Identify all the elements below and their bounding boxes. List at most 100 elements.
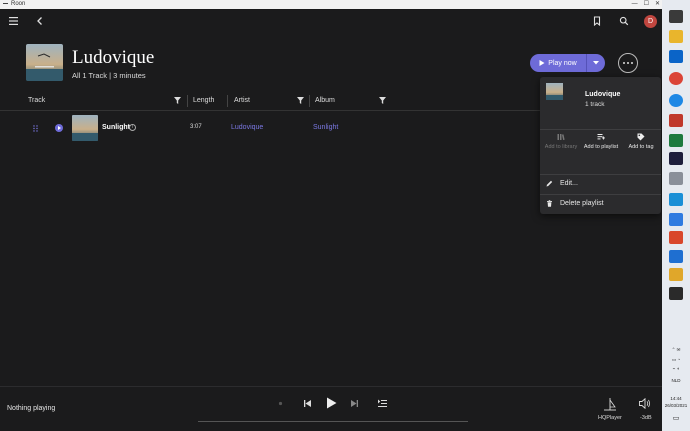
file-explorer-icon[interactable] xyxy=(669,30,683,43)
column-album[interactable]: Album xyxy=(315,97,335,104)
tray-icons[interactable]: ▭ ◔ xyxy=(662,357,690,363)
track-album-link[interactable]: Sunlight xyxy=(313,124,338,131)
bookmark-icon[interactable] xyxy=(592,16,604,28)
excel-icon[interactable] xyxy=(669,134,683,147)
network-app-icon[interactable] xyxy=(669,172,683,185)
playlist-title: Ludovique xyxy=(72,47,155,68)
pencil-icon xyxy=(546,180,553,187)
clock-time[interactable]: 14:44 xyxy=(662,396,690,401)
table-row[interactable]: Sunlight i 3:07 Ludovique Sunlight xyxy=(0,114,540,142)
window-titlebar: Roon — ☐ ✕ xyxy=(0,0,662,9)
caret-down-icon xyxy=(593,61,599,65)
delete-playlist-label: Delete playlist xyxy=(560,200,604,207)
menu-title: Ludovique xyxy=(585,91,621,98)
volume-level[interactable]: -3dB xyxy=(640,415,652,421)
add-to-tag-label: Add to tag xyxy=(628,144,654,150)
now-playing-status: Nothing playing xyxy=(7,405,56,412)
playlist-summary: All 1 Track | 3 minutes xyxy=(72,71,146,80)
track-cover-art[interactable] xyxy=(72,115,98,141)
column-track[interactable]: Track xyxy=(28,97,45,104)
app-icon[interactable] xyxy=(669,268,683,281)
play-icon xyxy=(539,60,545,66)
back-arrow-icon[interactable] xyxy=(35,16,47,28)
column-length[interactable]: Length xyxy=(193,97,214,104)
radio-icon[interactable] xyxy=(278,401,283,406)
app-icon[interactable] xyxy=(669,250,683,263)
volume-icon[interactable] xyxy=(639,398,651,409)
column-artist[interactable]: Artist xyxy=(234,97,250,104)
filter-track-icon[interactable] xyxy=(174,97,181,104)
taskview-icon[interactable] xyxy=(669,10,683,23)
column-divider[interactable] xyxy=(187,95,188,107)
add-to-playlist-action[interactable]: Add to playlist xyxy=(581,133,621,151)
edit-label: Edit... xyxy=(560,180,578,187)
dot-icon xyxy=(627,62,629,64)
play-now-button[interactable]: Play now xyxy=(530,54,605,72)
tag-icon xyxy=(637,133,645,141)
top-bar: D xyxy=(0,9,662,35)
windows-taskbar: ⌃ ✉ ▭ ◔ ⌁ ◖ NLD 14:44 26/03/2021 ▭ xyxy=(662,0,690,431)
library-icon xyxy=(557,133,565,141)
play-options-dropdown[interactable] xyxy=(587,54,605,72)
window-menu-icon xyxy=(3,2,8,4)
menu-cover-art xyxy=(546,83,563,100)
track-length: 3:07 xyxy=(190,124,202,130)
column-divider[interactable] xyxy=(227,95,228,107)
add-to-library-label: Add to library xyxy=(544,144,578,150)
photoshop-icon[interactable] xyxy=(669,152,683,165)
tray-icons[interactable]: ⌁ ◖ xyxy=(662,366,690,372)
clock-date[interactable]: 26/03/2021 xyxy=(662,403,690,408)
drag-handle-icon[interactable] xyxy=(33,125,38,132)
tray-icons[interactable]: ⌃ ✉ xyxy=(662,347,690,353)
input-language[interactable]: NLD xyxy=(662,378,690,383)
audio-zone-name[interactable]: HQPlayer xyxy=(598,415,622,421)
app-icon[interactable] xyxy=(669,213,683,226)
menu-divider xyxy=(540,194,661,195)
chrome-icon[interactable] xyxy=(669,72,683,85)
trash-icon xyxy=(547,200,552,207)
edit-menu-item[interactable]: Edit... xyxy=(546,180,578,187)
menu-subtitle: 1 track xyxy=(585,101,605,108)
seek-bar[interactable] xyxy=(198,421,468,422)
app-icon[interactable] xyxy=(669,114,683,127)
audio-zone-icon[interactable] xyxy=(603,397,617,413)
search-icon[interactable] xyxy=(619,16,631,28)
track-play-icon[interactable] xyxy=(55,124,63,132)
hamburger-menu-icon[interactable] xyxy=(9,16,21,28)
column-divider[interactable] xyxy=(309,95,310,107)
filter-artist-icon[interactable] xyxy=(297,97,304,104)
minimize-icon[interactable]: — xyxy=(632,0,638,9)
add-to-tag-action[interactable]: Add to tag xyxy=(621,133,661,151)
dot-icon xyxy=(623,62,625,64)
more-options-button[interactable] xyxy=(618,53,638,73)
track-artist-link[interactable]: Ludovique xyxy=(231,124,263,131)
playlist-cover-art[interactable] xyxy=(26,44,63,81)
add-to-library-action[interactable]: Add to library xyxy=(541,133,581,151)
window-title: Roon xyxy=(11,1,26,7)
maximize-icon[interactable]: ☐ xyxy=(644,0,649,9)
play-now-label: Play now xyxy=(548,59,577,67)
playlist-options-menu: Ludovique 1 track Add to library Add to … xyxy=(540,77,661,214)
menu-divider xyxy=(540,129,661,130)
delete-playlist-menu-item[interactable]: Delete playlist xyxy=(546,200,604,207)
info-icon[interactable]: i xyxy=(129,124,136,131)
close-window-icon[interactable]: ✕ xyxy=(655,0,660,9)
queue-icon[interactable] xyxy=(378,399,387,408)
dot-icon xyxy=(631,62,633,64)
track-title[interactable]: Sunlight xyxy=(102,124,130,131)
roon-icon[interactable] xyxy=(669,287,683,300)
playlist-add-icon xyxy=(597,133,605,141)
play-now-main[interactable]: Play now xyxy=(530,54,586,72)
player-bar-divider xyxy=(0,386,662,387)
edge-icon[interactable] xyxy=(669,94,683,107)
user-avatar[interactable]: D xyxy=(644,15,657,28)
app-icon[interactable] xyxy=(669,231,683,244)
outlook-icon[interactable] xyxy=(669,50,683,63)
play-pause-icon[interactable] xyxy=(326,397,337,409)
add-to-playlist-label: Add to playlist xyxy=(583,144,619,150)
next-track-icon[interactable] xyxy=(350,399,359,408)
filter-album-icon[interactable] xyxy=(379,97,386,104)
notification-icon[interactable]: ▭ xyxy=(662,414,690,422)
previous-track-icon[interactable] xyxy=(303,399,312,408)
kodi-icon[interactable] xyxy=(669,193,683,206)
